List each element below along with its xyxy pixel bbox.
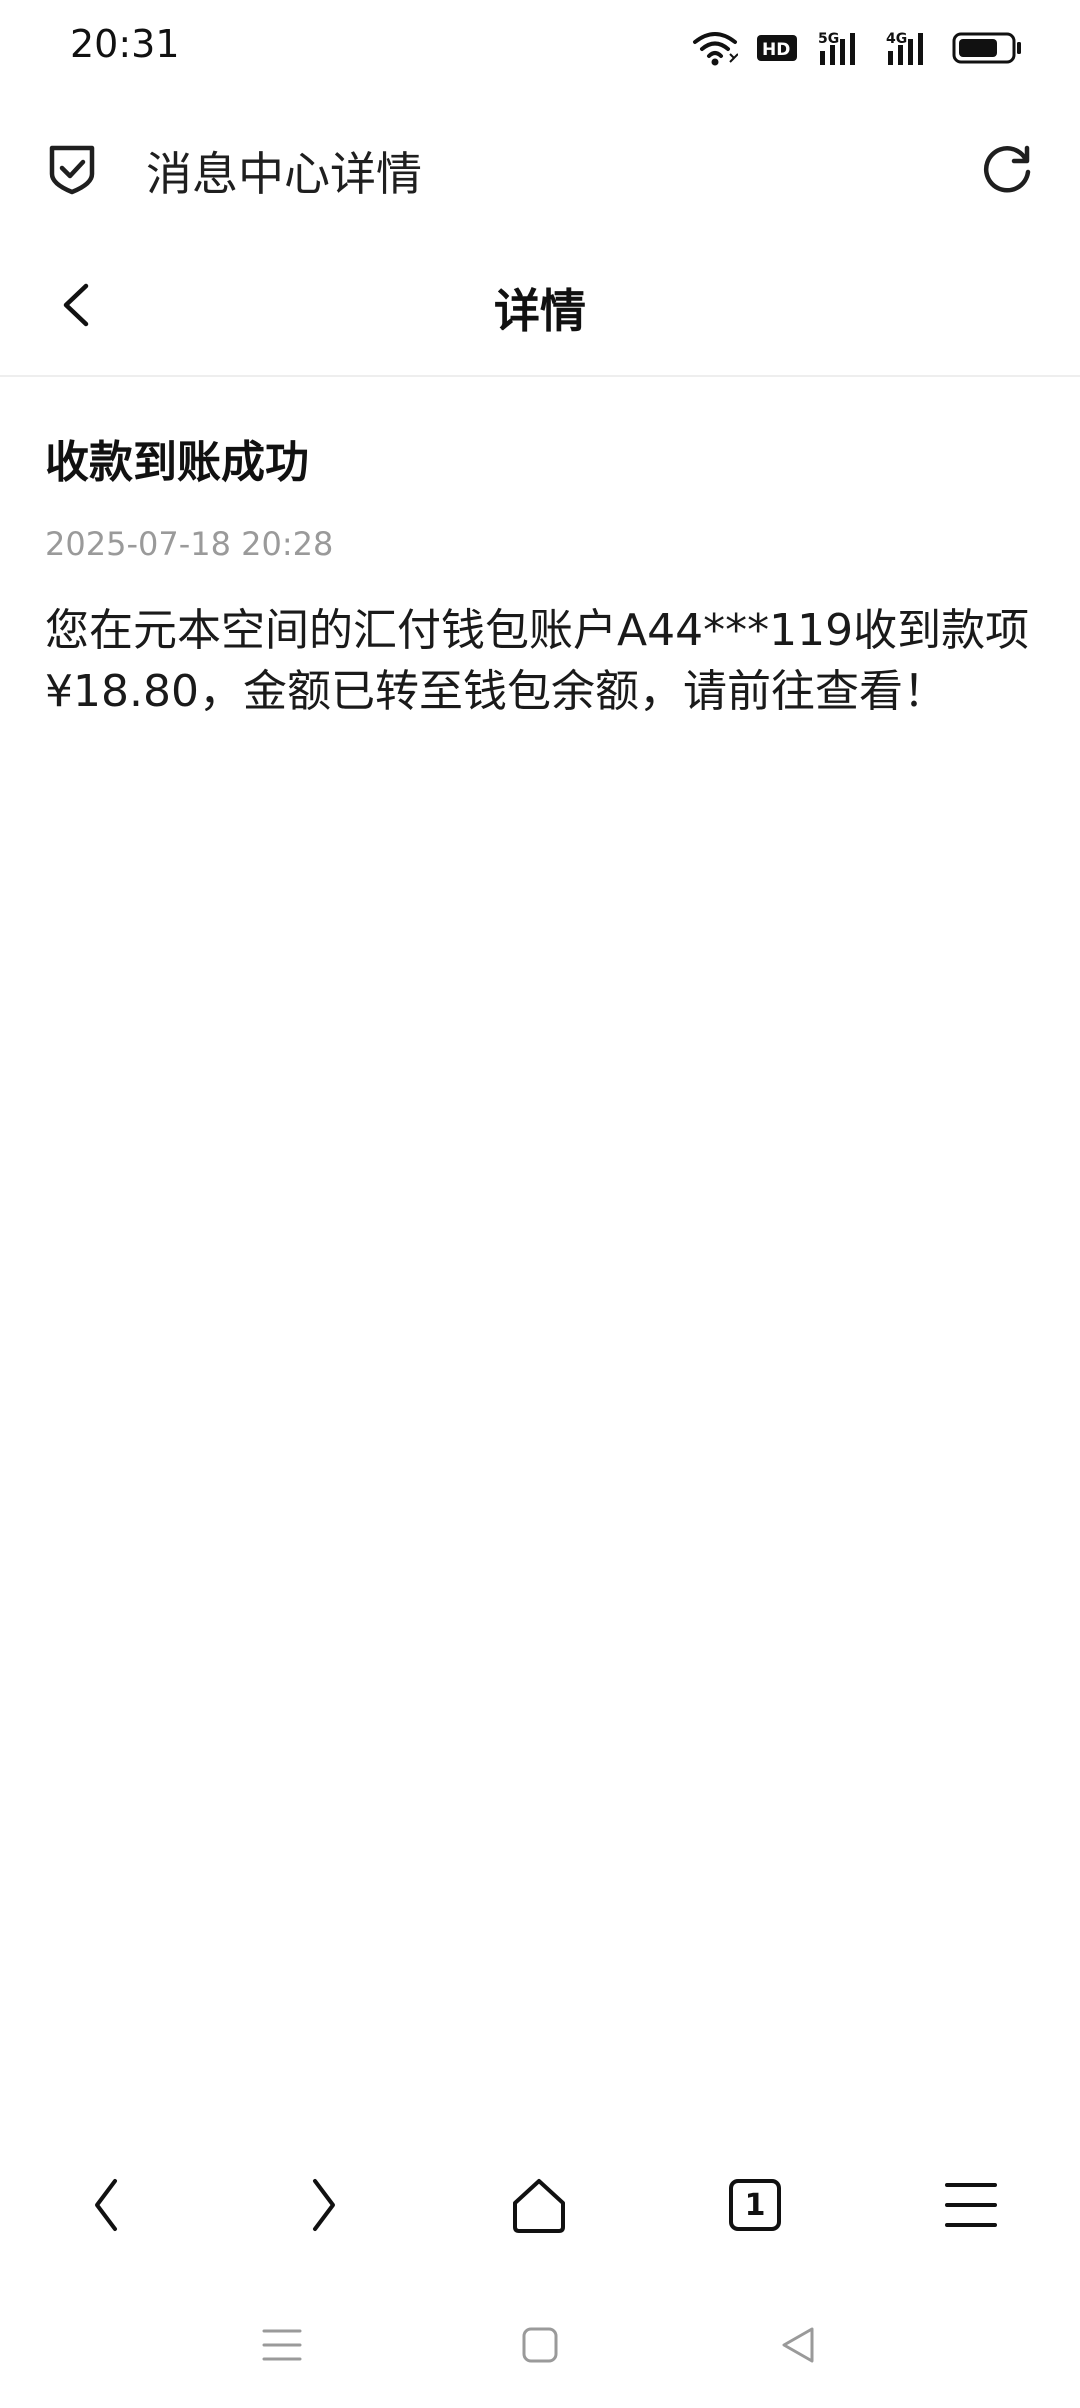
message-body: 您在元本空间的汇付钱包账户A44***119收到款项¥18.80，金额已转至钱包… — [45, 605, 1030, 717]
home-icon — [513, 2179, 565, 2233]
tabs-icon: 1 — [729, 2179, 781, 2231]
message-title: 收款到账成功 — [45, 437, 309, 488]
header-divider — [0, 375, 1080, 377]
signal-5g-icon: 5G — [818, 31, 855, 65]
toolbar-home-button[interactable] — [494, 2160, 584, 2250]
hd-icon: HD — [757, 35, 797, 61]
shield-check-icon[interactable] — [44, 140, 100, 196]
address-bar-title[interactable]: 消息中心详情 — [146, 138, 422, 204]
signal-5g-label: 5G — [818, 31, 839, 47]
system-nav-bar — [0, 2310, 1080, 2380]
page-title: 详情 — [494, 284, 586, 338]
sys-back-button[interactable] — [768, 2310, 828, 2380]
chevron-right-icon — [313, 2179, 335, 2231]
refresh-icon[interactable] — [980, 140, 1036, 196]
sys-home-button[interactable] — [510, 2310, 570, 2380]
status-time: 20:31 — [70, 22, 180, 66]
browser-toolbar: 1 — [0, 2160, 1080, 2250]
battery-icon — [952, 32, 1021, 64]
menu-icon — [945, 2183, 997, 2227]
message-timestamp: 2025-07-18 20:28 — [45, 525, 334, 563]
status-icons: HD 5G 4G — [692, 25, 1022, 71]
hd-label: HD — [762, 40, 790, 60]
toolbar-back-button[interactable] — [62, 2160, 152, 2250]
wifi-icon — [693, 32, 738, 66]
tab-count: 1 — [744, 2187, 766, 2223]
toolbar-forward-button[interactable] — [278, 2160, 368, 2250]
chevron-left-icon — [95, 2179, 117, 2231]
toolbar-tabs-button[interactable]: 1 — [710, 2160, 800, 2250]
sys-recents-button[interactable] — [252, 2310, 312, 2380]
recents-icon — [262, 2329, 302, 2361]
triangle-back-icon — [782, 2327, 814, 2363]
signal-4g-icon: 4G — [886, 31, 923, 65]
signal-4g-label: 4G — [886, 31, 907, 47]
toolbar-menu-button[interactable] — [926, 2160, 1016, 2250]
square-icon — [522, 2327, 558, 2363]
